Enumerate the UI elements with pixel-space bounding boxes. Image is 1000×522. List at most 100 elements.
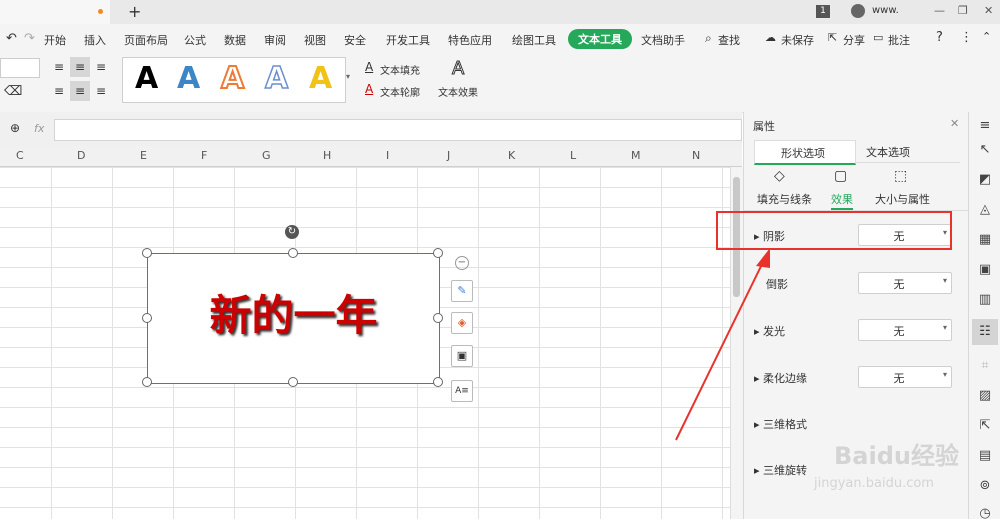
- tab-special[interactable]: 特色应用: [448, 32, 492, 48]
- align-center-icon[interactable]: ≡: [70, 81, 90, 101]
- subtab-size-properties[interactable]: 大小与属性: [875, 191, 930, 207]
- fill-line-icon[interactable]: ◇: [774, 168, 785, 184]
- style-yellow[interactable]: A: [309, 62, 332, 96]
- image-icon[interactable]: ▨: [977, 388, 993, 404]
- unsaved-button[interactable]: 未保存: [781, 32, 814, 48]
- share-button[interactable]: 分享: [843, 32, 865, 48]
- subtab-effect[interactable]: 效果: [831, 191, 853, 210]
- doc-tab[interactable]: [0, 0, 110, 24]
- rotate-handle-icon[interactable]: ↻: [285, 225, 299, 239]
- formula-input[interactable]: [54, 119, 742, 141]
- tab-drawing-tools[interactable]: 绘图工具: [512, 32, 556, 48]
- column-header[interactable]: N: [692, 149, 700, 162]
- column-header[interactable]: L: [570, 149, 576, 162]
- resize-handle[interactable]: [142, 377, 152, 387]
- resize-handle[interactable]: [288, 248, 298, 258]
- resize-handle[interactable]: [433, 377, 443, 387]
- zoom-icon[interactable]: ⊕: [10, 121, 20, 135]
- tab-shape-options[interactable]: 形状选项: [754, 140, 856, 165]
- text-outline-button[interactable]: 文本轮廓: [380, 84, 420, 99]
- glow-dropdown[interactable]: 无 ▾: [858, 319, 952, 341]
- collapse-tools-icon[interactable]: −: [455, 256, 469, 270]
- style-orange-outline[interactable]: A: [220, 61, 245, 97]
- column-header[interactable]: K: [508, 149, 515, 162]
- resize-handle[interactable]: [433, 248, 443, 258]
- text-effect-button[interactable]: 文本效果: [438, 84, 478, 99]
- tab-insert[interactable]: 插入: [84, 32, 106, 48]
- column-header[interactable]: H: [323, 149, 331, 162]
- resize-handle[interactable]: [433, 313, 443, 323]
- style-icon[interactable]: ◬: [977, 202, 993, 218]
- panel-title[interactable]: 属性: [753, 118, 775, 134]
- user-name[interactable]: www.: [872, 5, 899, 16]
- style-blue[interactable]: A: [177, 62, 200, 96]
- export-icon[interactable]: ⇱: [977, 418, 993, 434]
- reflection-dropdown[interactable]: 无 ▾: [858, 272, 952, 294]
- fx-label[interactable]: fx: [34, 122, 44, 135]
- column-header[interactable]: J: [447, 149, 450, 162]
- column-header[interactable]: D: [77, 149, 85, 162]
- tab-text-tools[interactable]: 文本工具: [568, 29, 632, 49]
- gallery-more-icon[interactable]: ▾: [346, 72, 350, 81]
- search-icon[interactable]: ⌕: [705, 31, 712, 46]
- history-icon[interactable]: ◷: [977, 506, 993, 522]
- more-icon[interactable]: ⋮: [960, 30, 973, 45]
- column-header[interactable]: I: [386, 149, 389, 162]
- column-header[interactable]: E: [140, 149, 147, 162]
- tab-text-options[interactable]: 文本选项: [866, 144, 910, 160]
- subtab-fill-line[interactable]: 填充与线条: [757, 191, 812, 207]
- window-count-badge[interactable]: 1: [816, 5, 830, 18]
- style-blue-outline[interactable]: A: [264, 61, 289, 97]
- column-header[interactable]: M: [631, 149, 641, 162]
- brush-icon[interactable]: ✎: [451, 280, 473, 302]
- redo-icon[interactable]: ↷: [24, 31, 35, 46]
- column-header[interactable]: F: [201, 149, 207, 162]
- align-top-icon[interactable]: ≡: [54, 60, 64, 74]
- soft-edge-dropdown[interactable]: 无 ▾: [858, 366, 952, 388]
- tab-data[interactable]: 数据: [224, 32, 246, 48]
- column-header[interactable]: C: [16, 149, 24, 162]
- apps-icon[interactable]: ▣: [977, 262, 993, 278]
- textbox-shape[interactable]: 新的一年: [147, 253, 440, 384]
- tab-developer[interactable]: 开发工具: [386, 32, 430, 48]
- tab-formula[interactable]: 公式: [184, 32, 206, 48]
- align-right-icon[interactable]: ≡: [96, 84, 106, 98]
- fill-icon[interactable]: ◈: [451, 312, 473, 334]
- undo-icon[interactable]: ↶: [6, 31, 17, 46]
- help-button[interactable]: ?: [936, 30, 943, 45]
- tab-page-layout[interactable]: 页面布局: [124, 32, 168, 48]
- annotate-button[interactable]: 批注: [888, 32, 910, 48]
- tab-doc-assistant[interactable]: 文档助手: [641, 32, 685, 48]
- pointer-icon[interactable]: ↖: [977, 142, 993, 158]
- align-bottom-icon[interactable]: ≡: [96, 60, 106, 74]
- clear-format-icon[interactable]: ⌫: [4, 84, 22, 99]
- column-header[interactable]: G: [262, 149, 271, 162]
- chart-icon[interactable]: ▥: [977, 292, 993, 308]
- avatar[interactable]: [851, 4, 865, 18]
- size-icon[interactable]: ⬚: [894, 168, 907, 184]
- new-tab-button[interactable]: +: [128, 2, 141, 21]
- picture-icon[interactable]: ▤: [977, 448, 993, 464]
- search-button[interactable]: 查找: [718, 32, 740, 48]
- resize-handle[interactable]: [142, 313, 152, 323]
- tab-security[interactable]: 安全: [344, 32, 366, 48]
- backup-icon[interactable]: ⊚: [977, 478, 993, 494]
- shape-icon[interactable]: ◩: [977, 172, 993, 188]
- close-button[interactable]: ✕: [984, 4, 993, 17]
- crop-icon[interactable]: ⌗: [977, 358, 993, 374]
- tab-view[interactable]: 视图: [304, 32, 326, 48]
- font-size-dropdown[interactable]: [0, 58, 40, 78]
- resize-handle[interactable]: [288, 377, 298, 387]
- panel-close-icon[interactable]: ✕: [950, 117, 959, 130]
- menu-icon[interactable]: ≡: [977, 118, 993, 134]
- text-fill-button[interactable]: 文本填充: [380, 62, 420, 77]
- textbox-text[interactable]: 新的一年: [148, 282, 439, 343]
- minimize-button[interactable]: —: [934, 4, 945, 17]
- text-effect-icon[interactable]: A: [451, 58, 464, 80]
- style-black[interactable]: A: [135, 62, 158, 96]
- text-outline-icon[interactable]: A: [365, 82, 373, 96]
- outline-icon[interactable]: ▣: [451, 345, 473, 367]
- tab-review[interactable]: 审阅: [264, 32, 286, 48]
- collapse-icon[interactable]: ⌃: [982, 30, 991, 43]
- properties-icon[interactable]: ☷: [972, 319, 998, 345]
